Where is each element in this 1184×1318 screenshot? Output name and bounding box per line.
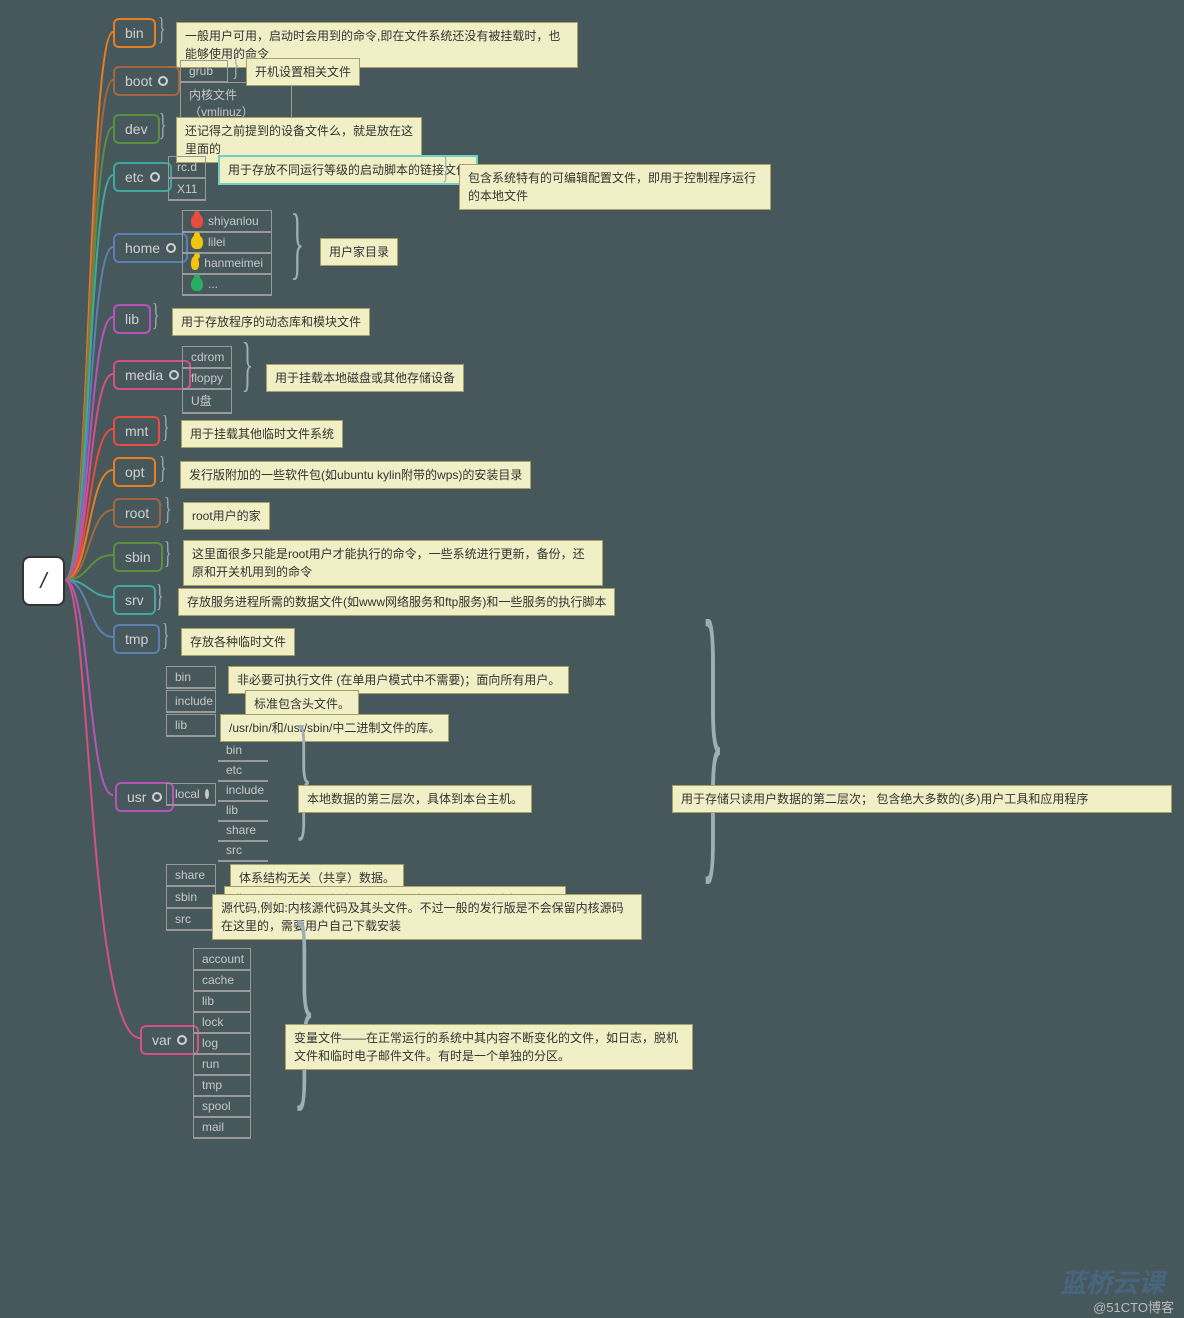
desc-etc: 包含系统特有的可编辑配置文件，即用于控制程序运行的本地文件 <box>459 164 771 210</box>
local-bin[interactable]: bin <box>218 740 268 762</box>
node-var[interactable]: var <box>140 1025 199 1055</box>
local-etc[interactable]: etc <box>218 760 268 782</box>
usr-src[interactable]: src <box>166 908 216 931</box>
usr-share[interactable]: share <box>166 864 216 887</box>
brace: } <box>164 534 172 571</box>
brace: } <box>152 296 160 333</box>
user-4[interactable]: ... <box>182 273 272 296</box>
sub-rcd[interactable]: rc.d <box>168 156 206 179</box>
toggle-icon[interactable] <box>158 76 168 86</box>
toggle-icon[interactable] <box>152 792 162 802</box>
local-share[interactable]: share <box>218 820 268 842</box>
var-cache[interactable]: cache <box>193 969 251 992</box>
var-mail[interactable]: mail <box>193 1116 251 1139</box>
sub-x11[interactable]: X11 <box>168 178 206 201</box>
desc-rcd: 用于存放不同运行等级的启动脚本的链接文件 <box>218 155 478 185</box>
logo-watermark: 蓝桥云课 <box>1060 1263 1164 1300</box>
node-tmp[interactable]: tmp <box>113 624 160 654</box>
usr-bin[interactable]: bin <box>166 666 216 689</box>
brace: } <box>156 577 164 614</box>
var-run[interactable]: run <box>193 1053 251 1076</box>
desc-home: 用户家目录 <box>320 238 398 266</box>
node-home[interactable]: home <box>113 233 188 263</box>
desc-usr-big: 用于存储只读用户数据的第二层次； 包含绝大多数的(多)用户工具和应用程序 <box>672 785 1172 813</box>
toggle-icon[interactable] <box>150 172 160 182</box>
brace: } <box>232 46 240 83</box>
usr-local[interactable]: local <box>166 783 216 806</box>
sub-udisk[interactable]: U盘 <box>182 388 232 414</box>
brace: } <box>159 106 167 143</box>
desc-media: 用于挂载本地磁盘或其他存储设备 <box>266 364 464 392</box>
brace: } <box>164 490 172 527</box>
brace: } <box>442 149 450 186</box>
desc-opt: 发行版附加的一些软件包(如ubuntu kylin附带的wps)的安装目录 <box>180 461 531 489</box>
blog-watermark: @51CTO博客 <box>1093 1297 1174 1316</box>
usr-include[interactable]: include <box>166 690 216 713</box>
var-lock[interactable]: lock <box>193 1011 251 1034</box>
brace: } <box>293 870 315 1135</box>
brace: } <box>242 330 254 399</box>
brace: } <box>290 198 303 289</box>
toggle-icon[interactable] <box>169 370 179 380</box>
root-node[interactable]: / <box>22 556 65 606</box>
node-etc[interactable]: etc <box>113 162 172 192</box>
desc-mnt: 用于挂载其他临时文件系统 <box>181 420 343 448</box>
user-icon <box>191 256 199 270</box>
local-include[interactable]: include <box>218 780 268 802</box>
desc-sbin: 这里面很多只能是root用户才能执行的命令，一些系统进行更新，备份，还原和开关机… <box>183 540 603 586</box>
usr-sbin[interactable]: sbin <box>166 886 216 909</box>
var-log[interactable]: log <box>193 1032 251 1055</box>
node-lib[interactable]: lib <box>113 304 151 334</box>
user-1[interactable]: shiyanlou <box>182 210 272 233</box>
desc-usr-lib: /usr/bin/和/usr/sbin/中二进制文件的库。 <box>220 714 449 742</box>
var-lib[interactable]: lib <box>193 990 251 1013</box>
desc-root: root用户的家 <box>183 502 270 530</box>
var-spool[interactable]: spool <box>193 1095 251 1118</box>
user-icon <box>191 214 203 228</box>
node-boot[interactable]: boot <box>113 66 180 96</box>
user-icon <box>191 277 203 291</box>
brace: } <box>159 449 167 486</box>
node-media[interactable]: media <box>113 360 191 390</box>
brace: } <box>701 550 724 918</box>
sub-cdrom[interactable]: cdrom <box>182 346 232 369</box>
desc-usr-src: 源代码,例如:内核源代码及其头文件。不过一般的发行版是不会保留内核源码在这里的，… <box>212 894 642 940</box>
desc-srv: 存放服务进程所需的数据文件(如www网络服务和ftp服务)和一些服务的执行脚本 <box>178 588 615 616</box>
local-src[interactable]: src <box>218 840 268 862</box>
usr-lib[interactable]: lib <box>166 714 216 737</box>
user-2[interactable]: lilei <box>182 231 272 254</box>
local-lib[interactable]: lib <box>218 800 268 822</box>
desc-lib: 用于存放程序的动态库和模块文件 <box>172 308 370 336</box>
brace: } <box>158 10 166 47</box>
sub-grub[interactable]: grub <box>180 60 228 83</box>
node-srv[interactable]: srv <box>113 585 156 615</box>
brace: } <box>162 408 170 445</box>
node-sbin[interactable]: sbin <box>113 542 163 572</box>
desc-local: 本地数据的第三层次，具体到本台主机。 <box>298 785 532 813</box>
node-opt[interactable]: opt <box>113 457 156 487</box>
var-tmp[interactable]: tmp <box>193 1074 251 1097</box>
node-bin[interactable]: bin <box>113 18 156 48</box>
toggle-icon[interactable] <box>177 1035 187 1045</box>
root-label: / <box>40 568 46 594</box>
user-icon <box>191 235 203 249</box>
toggle-icon[interactable] <box>166 243 176 253</box>
toggle-icon[interactable] <box>205 789 209 799</box>
node-root[interactable]: root <box>113 498 161 528</box>
desc-tmp: 存放各种临时文件 <box>181 628 295 656</box>
brace: } <box>162 616 170 653</box>
sub-floppy[interactable]: floppy <box>182 367 232 390</box>
mindmap-canvas: / bin } 一般用户可用，启动时会用到的命令,即在文件系统还没有被挂载时，也… <box>0 0 1184 1318</box>
desc-var: 变量文件——在正常运行的系统中其内容不断变化的文件，如日志，脱机文件和临时电子邮… <box>285 1024 693 1070</box>
brace: } <box>295 695 312 856</box>
node-dev[interactable]: dev <box>113 114 160 144</box>
desc-boot: 开机设置相关文件 <box>246 58 360 86</box>
node-mnt[interactable]: mnt <box>113 416 160 446</box>
user-3[interactable]: hanmeimei <box>182 252 272 275</box>
var-account[interactable]: account <box>193 948 251 971</box>
